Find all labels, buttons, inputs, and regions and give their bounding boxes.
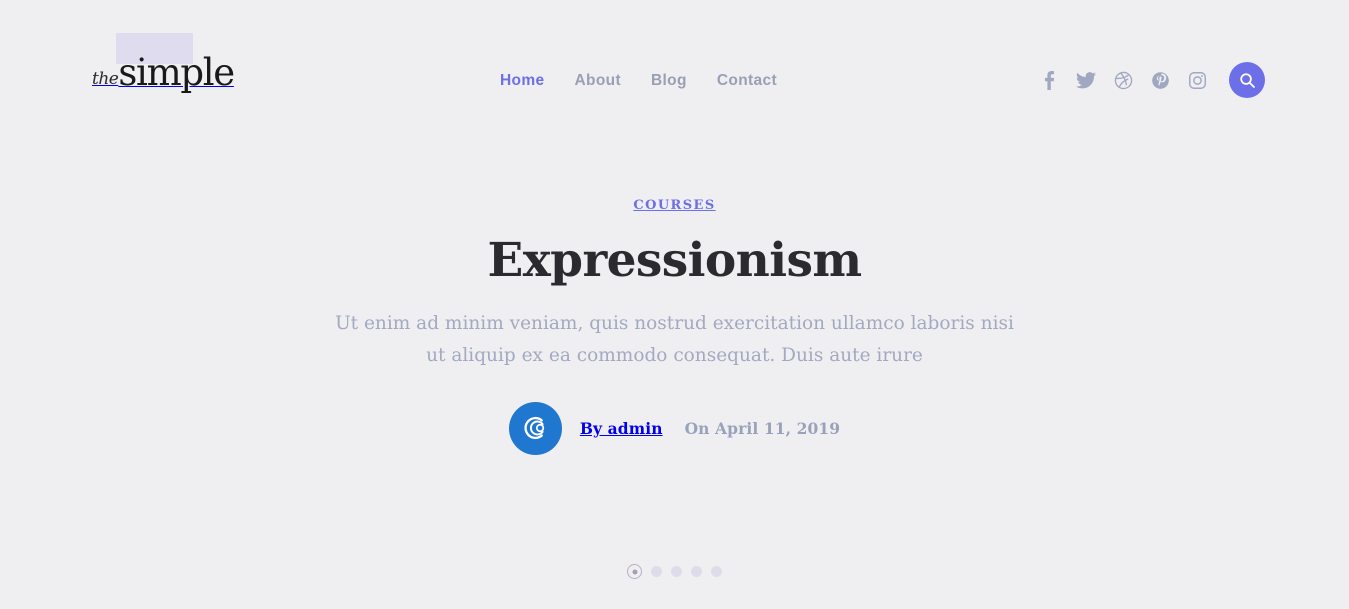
slider-pagination <box>0 564 1349 579</box>
search-icon <box>1239 72 1256 89</box>
dribbble-icon[interactable] <box>1113 70 1133 90</box>
slider-dot-4[interactable] <box>691 566 702 577</box>
site-logo[interactable]: the simple <box>92 33 235 100</box>
logo-prefix: the <box>92 69 119 89</box>
site-header: the simple Home About Blog Contact <box>0 0 1349 160</box>
main-navigation: Home About Blog Contact <box>500 70 777 92</box>
hero-meta: By admin On April 11, 2019 <box>0 401 1349 455</box>
search-button[interactable] <box>1229 62 1265 98</box>
nav-item-about[interactable]: About <box>574 70 621 92</box>
hero-title: Expressionism <box>487 233 863 288</box>
hero-excerpt-line-2: ex ea commodo consequat. Duis aute irure <box>521 344 923 366</box>
hero-category-link[interactable]: COURSES <box>633 198 715 213</box>
slider-dot-1[interactable] <box>627 564 642 579</box>
instagram-icon[interactable] <box>1187 70 1207 90</box>
meta-date: On April 11, 2019 <box>684 418 841 438</box>
twitter-icon[interactable] <box>1076 70 1096 90</box>
slider-dot-2[interactable] <box>651 566 662 577</box>
meta-author[interactable]: By admin <box>580 419 663 438</box>
hero-meta-text: By admin On April 11, 2019 <box>580 419 840 438</box>
facebook-icon[interactable] <box>1039 70 1059 90</box>
logo-name-wrap: simple <box>116 33 235 94</box>
header-actions <box>1039 62 1265 98</box>
slider-dot-5[interactable] <box>711 566 722 577</box>
author-avatar[interactable] <box>508 401 562 455</box>
pinterest-icon[interactable] <box>1150 70 1170 90</box>
avatar-logo-c-icon <box>517 410 553 446</box>
nav-item-blog[interactable]: Blog <box>651 70 687 92</box>
hero-slide: COURSES Expressionism Ut enim ad minim v… <box>0 196 1349 455</box>
slider-dot-3[interactable] <box>671 566 682 577</box>
logo-name: simple <box>118 51 235 94</box>
hero-excerpt: Ut enim ad minim veniam, quis nostrud ex… <box>325 308 1025 372</box>
nav-item-contact[interactable]: Contact <box>717 70 777 92</box>
nav-item-home[interactable]: Home <box>500 70 544 92</box>
